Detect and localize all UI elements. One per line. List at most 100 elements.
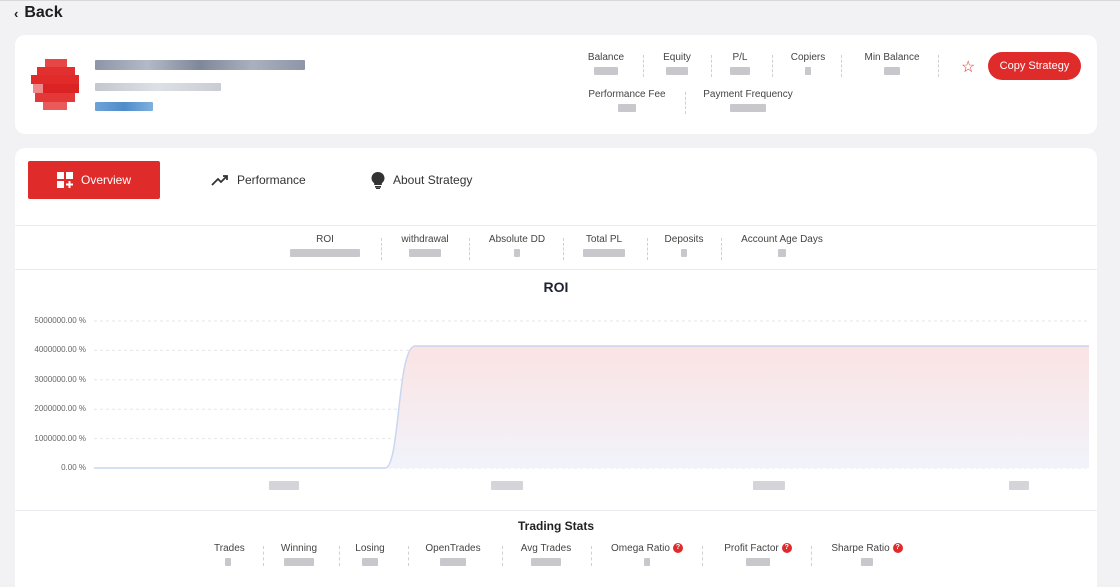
trending-up-icon xyxy=(211,175,228,186)
trading-stat-omega-ratio: Omega Ratio? xyxy=(605,543,689,566)
tab-about-strategy[interactable]: About Strategy xyxy=(371,171,472,189)
summary-value-blurred xyxy=(778,249,786,257)
trading-stat-losing: Losing xyxy=(353,543,387,566)
strategy-tag-blurred xyxy=(95,102,153,111)
divider xyxy=(381,238,382,260)
trading-stat-value-blurred xyxy=(746,558,770,566)
strategy-profile-card: Balance Equity P/L Copiers Min Balance P… xyxy=(15,35,1097,134)
x-tick-label-blurred xyxy=(491,481,523,490)
trading-stat-label-text: OpenTrades xyxy=(425,543,481,554)
trading-stat-label: Omega Ratio? xyxy=(605,543,689,554)
divider xyxy=(702,546,703,566)
help-icon[interactable]: ? xyxy=(672,543,683,554)
stat-value-blurred xyxy=(805,67,811,75)
stat-label: Min Balance xyxy=(864,52,920,63)
summary-value-blurred xyxy=(681,249,687,257)
trading-stat-label: Sharpe Ratio? xyxy=(825,543,909,554)
stat-value-blurred xyxy=(594,67,618,75)
divider xyxy=(339,546,340,566)
divider xyxy=(591,546,592,566)
star-outline-icon[interactable]: ☆ xyxy=(961,57,975,77)
trading-stat-value-blurred xyxy=(362,558,378,566)
divider xyxy=(841,55,842,77)
trading-stat-avg-trades: Avg Trades xyxy=(516,543,576,566)
trading-stat-sharpe-ratio: Sharpe Ratio? xyxy=(825,543,909,566)
stat-balance: Balance xyxy=(585,52,627,75)
trading-stats-title: Trading Stats xyxy=(517,519,594,533)
summary-label: Absolute DD xyxy=(488,234,546,245)
trading-stat-label: OpenTrades xyxy=(422,543,484,554)
stat-performance-fee: Performance Fee xyxy=(585,89,669,112)
stat-value-blurred xyxy=(884,67,900,75)
summary-account-age-days: Account Age Days xyxy=(739,234,825,257)
back-button[interactable]: ‹ Back xyxy=(14,4,63,22)
trading-stat-label-text: Trades xyxy=(214,543,245,554)
trading-stat-label-text: Avg Trades xyxy=(520,543,572,554)
roi-area-fill xyxy=(94,345,1089,468)
summary-label: Deposits xyxy=(664,234,704,245)
summary-withdrawal: withdrawal xyxy=(396,234,454,257)
divider xyxy=(563,238,564,260)
trading-stat-value-blurred xyxy=(284,558,314,566)
divider xyxy=(15,225,1097,226)
trading-stat-label: Avg Trades xyxy=(516,543,576,554)
trading-stat-label: Trades xyxy=(214,543,245,554)
summary-value-blurred xyxy=(514,249,520,257)
stat-pl: P/L xyxy=(725,52,755,75)
tab-label: Overview xyxy=(80,173,131,187)
divider xyxy=(721,238,722,260)
summary-label: Account Age Days xyxy=(741,234,823,245)
roi-area-chart xyxy=(94,320,1089,469)
stat-label: Copiers xyxy=(790,52,826,63)
tab-performance[interactable]: Performance xyxy=(211,172,306,188)
divider xyxy=(469,238,470,260)
copy-strategy-button[interactable]: Copy Strategy xyxy=(988,52,1081,80)
stat-copiers: Copiers xyxy=(786,52,830,75)
summary-value-blurred xyxy=(583,249,625,257)
stat-label: Payment Frequency xyxy=(703,89,793,100)
divider xyxy=(711,55,712,77)
stat-label: Performance Fee xyxy=(588,89,666,100)
stat-value-blurred xyxy=(618,104,636,112)
stat-equity: Equity xyxy=(657,52,697,75)
trading-stat-label-text: Winning xyxy=(280,543,318,554)
divider xyxy=(772,55,773,77)
x-tick-label-blurred xyxy=(753,481,785,490)
trading-stat-winning: Winning xyxy=(277,543,321,566)
tab-label: Performance xyxy=(237,173,306,187)
divider xyxy=(685,92,686,114)
strategy-name-blurred xyxy=(95,60,305,70)
divider xyxy=(811,546,812,566)
chevron-left-icon: ‹ xyxy=(14,5,19,21)
stat-label: Equity xyxy=(663,52,691,63)
stat-label: Balance xyxy=(587,52,625,63)
divider xyxy=(643,55,644,77)
summary-label: ROI xyxy=(316,234,334,245)
stat-min-balance: Min Balance xyxy=(861,52,923,75)
trading-stat-value-blurred xyxy=(225,558,231,566)
trading-stat-value-blurred xyxy=(531,558,561,566)
stat-value-blurred xyxy=(730,104,766,112)
summary-value-blurred xyxy=(409,249,441,257)
window-top-border xyxy=(0,0,1120,1)
help-icon[interactable]: ? xyxy=(781,543,792,554)
trading-stat-label-text: Profit Factor xyxy=(724,543,779,554)
strategy-owner-blurred xyxy=(95,83,221,91)
divider xyxy=(647,238,648,260)
summary-deposits: Deposits xyxy=(661,234,707,257)
trading-stat-label: Winning xyxy=(277,543,321,554)
trading-stat-value-blurred xyxy=(861,558,873,566)
trading-stat-trades: Trades xyxy=(214,543,245,566)
lightbulb-icon xyxy=(371,171,385,189)
trading-stat-label-text: Sharpe Ratio xyxy=(831,543,890,554)
summary-label: withdrawal xyxy=(401,234,449,245)
help-icon[interactable]: ? xyxy=(892,543,903,554)
stat-payment-frequency: Payment Frequency xyxy=(701,89,795,112)
summary-label: Total PL xyxy=(585,234,623,245)
trading-stat-opentrades: OpenTrades xyxy=(422,543,484,566)
stat-value-blurred xyxy=(666,67,688,75)
tab-overview[interactable]: Overview xyxy=(28,161,160,199)
tab-label: About Strategy xyxy=(393,173,473,187)
back-label: Back xyxy=(24,4,63,21)
avatar xyxy=(31,59,83,111)
